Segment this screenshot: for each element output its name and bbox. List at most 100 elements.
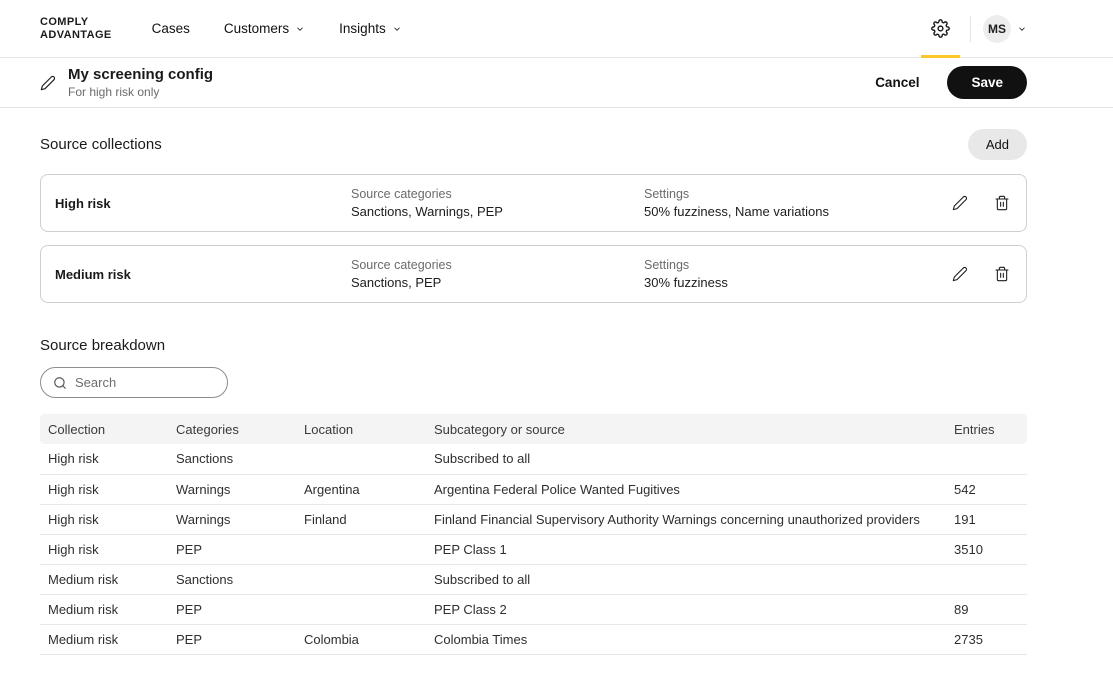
table-cell: Argentina — [296, 474, 426, 504]
brand-logo[interactable]: COMPLY ADVANTAGE — [40, 16, 112, 41]
table-cell: 191 — [946, 504, 1027, 534]
settings-label: Settings — [644, 187, 952, 201]
account-menu[interactable]: MS — [983, 15, 1027, 43]
nav-divider — [970, 16, 971, 42]
edit-collection-button[interactable] — [952, 266, 968, 282]
table-cell: Sanctions — [168, 444, 296, 474]
table-cell — [296, 534, 426, 564]
table-cell: Argentina Federal Police Wanted Fugitive… — [426, 474, 946, 504]
chevron-down-icon — [392, 24, 402, 34]
column-header: Subcategory or source — [426, 414, 946, 444]
nav-right: MS — [917, 0, 1027, 57]
card-settings: Settings 50% fuzziness, Name variations — [644, 187, 952, 219]
search-icon — [53, 376, 67, 390]
edit-collection-button[interactable] — [952, 195, 968, 211]
column-header: Entries — [946, 414, 1027, 444]
table-cell — [946, 564, 1027, 594]
edit-title-icon[interactable] — [40, 75, 56, 91]
table-cell: Colombia Times — [426, 624, 946, 654]
card-categories: Source categories Sanctions, Warnings, P… — [351, 187, 644, 219]
page-title: My screening config — [68, 66, 213, 83]
table-cell: 3510 — [946, 534, 1027, 564]
save-button[interactable]: Save — [947, 66, 1027, 99]
categories-value: Sanctions, PEP — [351, 275, 644, 290]
nav-item-label: Insights — [339, 21, 386, 36]
card-actions — [952, 266, 1010, 282]
header-actions: Cancel Save — [875, 66, 1027, 99]
breakdown-table: CollectionCategoriesLocationSubcategory … — [40, 414, 1027, 655]
table-row: Medium riskPEPColombiaColombia Times2735 — [40, 624, 1027, 654]
table-cell: PEP — [168, 624, 296, 654]
cancel-button[interactable]: Cancel — [875, 75, 919, 90]
table-cell: High risk — [40, 504, 168, 534]
chevron-down-icon — [1017, 24, 1027, 34]
card-categories: Source categories Sanctions, PEP — [351, 258, 644, 290]
nav-item-label: Cases — [152, 21, 190, 36]
table-cell: High risk — [40, 534, 168, 564]
table-cell: High risk — [40, 474, 168, 504]
nav-item-insights[interactable]: Insights — [339, 21, 402, 36]
search-box — [40, 367, 228, 398]
collection-card-medium-risk: Medium risk Source categories Sanctions,… — [40, 245, 1027, 303]
gear-icon — [931, 19, 950, 38]
active-tab-indicator — [921, 55, 960, 58]
table-row: High riskWarningsArgentinaArgentina Fede… — [40, 474, 1027, 504]
categories-label: Source categories — [351, 187, 644, 201]
table-cell: 542 — [946, 474, 1027, 504]
page-header: My screening config For high risk only C… — [0, 58, 1113, 108]
table-cell: Sanctions — [168, 564, 296, 594]
chevron-down-icon — [295, 24, 305, 34]
table-cell: Warnings — [168, 474, 296, 504]
table-cell — [296, 594, 426, 624]
table-cell — [946, 444, 1027, 474]
column-header: Categories — [168, 414, 296, 444]
pencil-icon — [952, 195, 968, 211]
table-row: Medium riskSanctionsSubscribed to all — [40, 564, 1027, 594]
table-cell — [296, 444, 426, 474]
source-collections-section-header: Source collections Add — [40, 128, 1027, 160]
table-row: High riskPEP PEP Class 13510 — [40, 534, 1027, 564]
table-row: Medium riskPEPPEP Class 289 — [40, 594, 1027, 624]
settings-gear-button[interactable] — [917, 0, 964, 57]
card-actions — [952, 195, 1010, 211]
table-cell: Medium risk — [40, 594, 168, 624]
collection-cards: High risk Source categories Sanctions, W… — [40, 174, 1027, 303]
categories-label: Source categories — [351, 258, 644, 272]
table-cell: Finland Financial Supervisory Authority … — [426, 504, 946, 534]
add-collection-button[interactable]: Add — [968, 129, 1027, 160]
main-content: Source collections Add High risk Source … — [0, 128, 1113, 655]
column-header: Collection — [40, 414, 168, 444]
table-cell: Subscribed to all — [426, 444, 946, 474]
table-cell: PEP Class 1 — [426, 534, 946, 564]
trash-icon — [994, 195, 1010, 211]
card-name: High risk — [55, 196, 351, 211]
section-title-source-collections: Source collections — [40, 136, 162, 153]
top-nav: COMPLY ADVANTAGE Cases Customers Insight… — [0, 0, 1113, 58]
table-cell: Warnings — [168, 504, 296, 534]
table-cell: Medium risk — [40, 624, 168, 654]
page-subtitle: For high risk only — [68, 85, 213, 99]
section-title-source-breakdown: Source breakdown — [40, 337, 1027, 354]
main-nav-items: Cases Customers Insights — [152, 21, 402, 36]
settings-value: 30% fuzziness — [644, 275, 952, 290]
search-input[interactable] — [75, 375, 215, 390]
delete-collection-button[interactable] — [994, 266, 1010, 282]
table-cell — [296, 564, 426, 594]
card-name: Medium risk — [55, 267, 351, 282]
settings-value: 50% fuzziness, Name variations — [644, 204, 952, 219]
categories-value: Sanctions, Warnings, PEP — [351, 204, 644, 219]
table-cell: PEP — [168, 594, 296, 624]
nav-item-customers[interactable]: Customers — [224, 21, 305, 36]
brand-logo-line2: ADVANTAGE — [40, 29, 112, 42]
table-row: High riskWarningsFinlandFinland Financia… — [40, 504, 1027, 534]
table-cell: PEP Class 2 — [426, 594, 946, 624]
delete-collection-button[interactable] — [994, 195, 1010, 211]
trash-icon — [994, 266, 1010, 282]
nav-item-cases[interactable]: Cases — [152, 21, 190, 36]
table-cell: PEP — [168, 534, 296, 564]
table-row: High riskSanctionsSubscribed to all — [40, 444, 1027, 474]
pencil-icon — [952, 266, 968, 282]
collection-card-high-risk: High risk Source categories Sanctions, W… — [40, 174, 1027, 232]
column-header: Location — [296, 414, 426, 444]
table-header-row: CollectionCategoriesLocationSubcategory … — [40, 414, 1027, 444]
